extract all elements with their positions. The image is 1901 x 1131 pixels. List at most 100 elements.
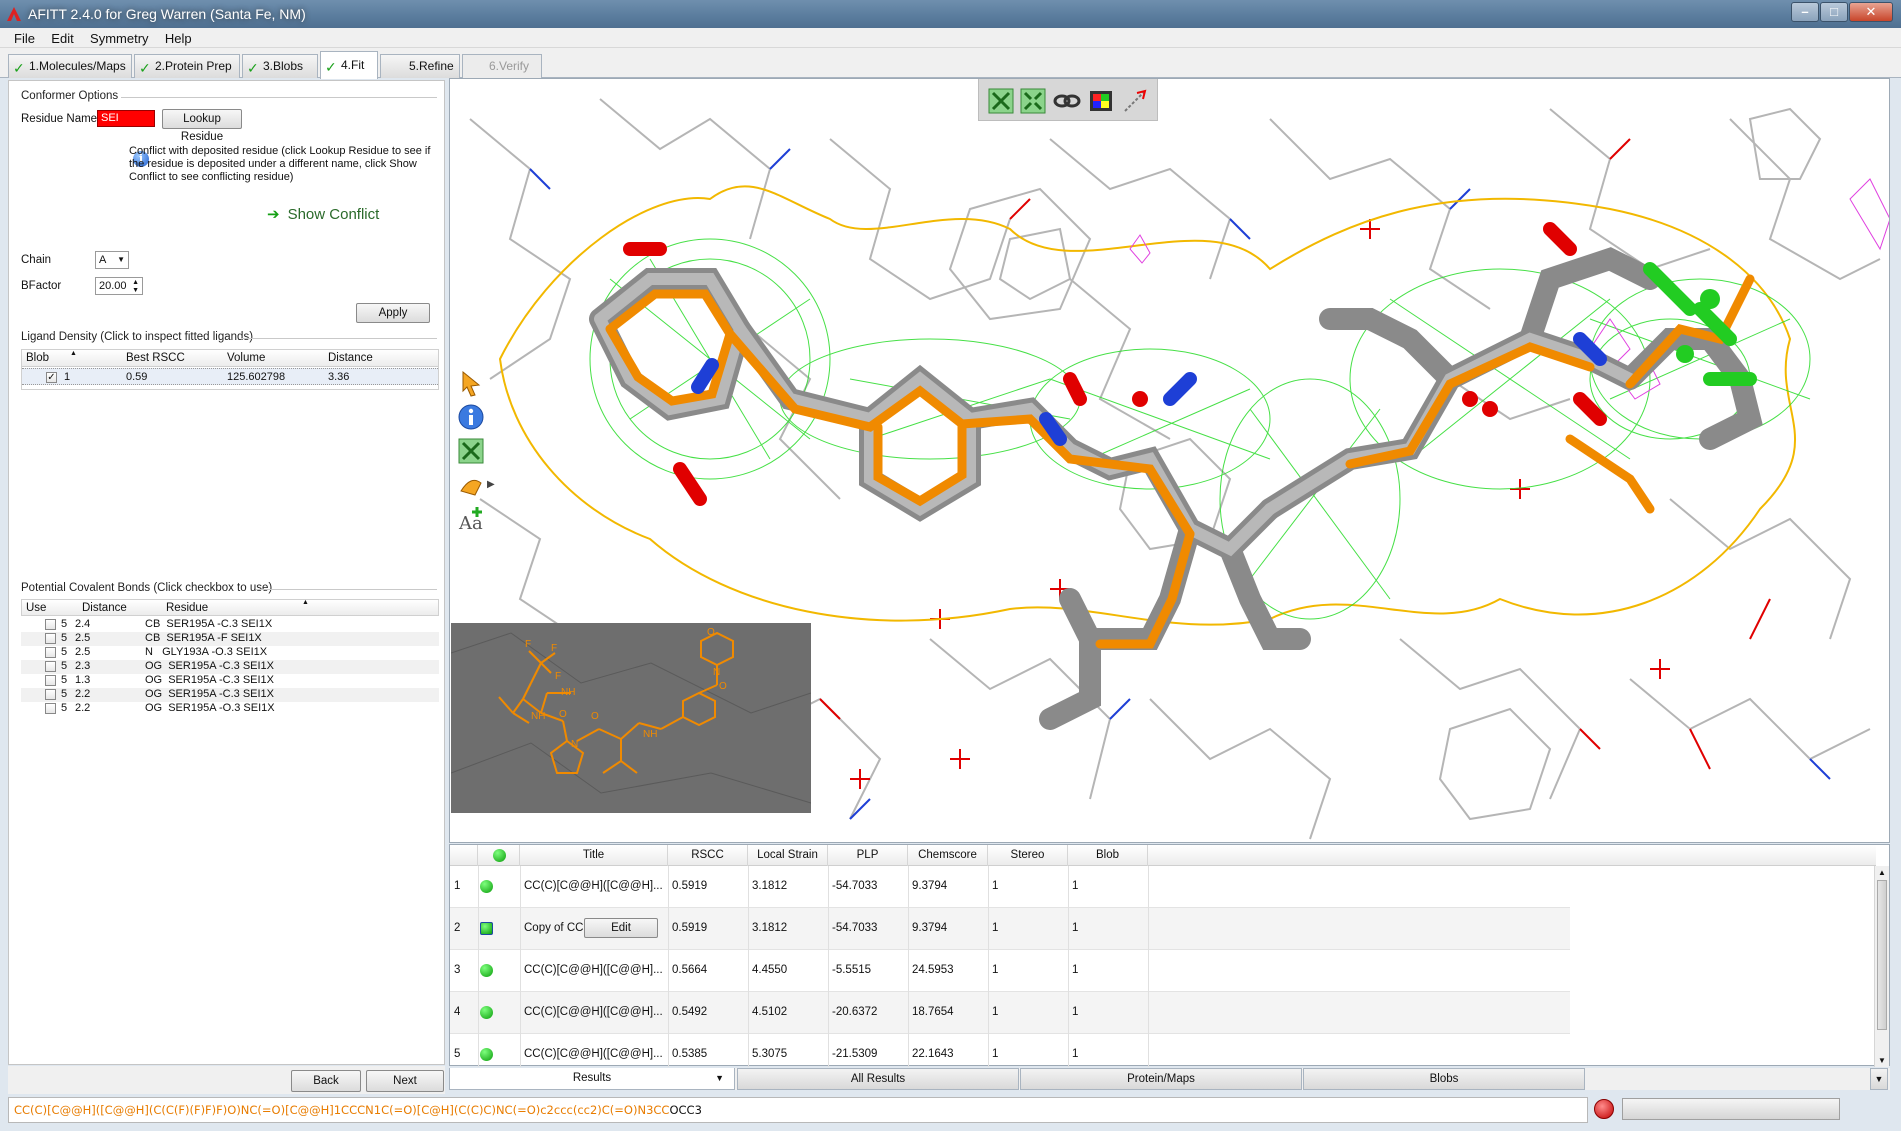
window-title: AFITT 2.4.0 for Greg Warren (Santa Fe, N… xyxy=(28,6,306,22)
tab-molecules-maps[interactable]: ✓ 1.Molecules/Maps xyxy=(8,54,132,78)
lookup-residue-button[interactable]: Lookup Residue xyxy=(162,109,242,143)
cell-local-strain: 3.1812 xyxy=(752,922,788,934)
table-row[interactable]: 5 2.4 CB SER195A -C.3 SEI1X xyxy=(21,618,439,632)
table-row[interactable]: 4 CC(C)[C@@H]([C@@H]... 0.5492 4.5102 -20.63… xyxy=(450,992,1570,1034)
table-header: Use Distance Residue ▲ xyxy=(21,599,439,616)
col-rscc[interactable]: RSCC xyxy=(668,845,748,866)
cell-distance: 2.5 xyxy=(75,632,91,644)
table-row[interactable]: 5 2.5 N GLY193A -O.3 SEI1X xyxy=(21,646,439,660)
use-checkbox[interactable] xyxy=(45,703,56,714)
stop-button[interactable] xyxy=(1594,1099,1614,1119)
tab-blobs[interactable]: ✓ 3.Blobs xyxy=(242,54,318,78)
col-best-rscc[interactable]: Best RSCC xyxy=(126,352,185,364)
expand-arrow-icon[interactable]: ▶ xyxy=(487,479,495,490)
use-checkbox[interactable] xyxy=(45,633,56,644)
next-button[interactable]: Next xyxy=(366,1070,444,1092)
table-row[interactable]: 5 2.2 OG SER195A -O.3 SEI1X xyxy=(21,702,439,716)
menu-edit[interactable]: Edit xyxy=(45,28,80,46)
cell-index: 3 xyxy=(454,964,461,976)
col-distance[interactable]: Distance xyxy=(82,602,127,614)
col-local-strain[interactable]: Local Strain xyxy=(748,845,828,866)
col-use[interactable]: Use xyxy=(26,602,46,614)
scroll-up-icon[interactable]: ▲ xyxy=(1878,868,1886,877)
cell-rscc: 0.5385 xyxy=(672,1048,708,1060)
menu-symmetry[interactable]: Symmetry xyxy=(84,28,156,46)
info-tool-icon[interactable] xyxy=(457,403,485,431)
sketch-atom-n: N xyxy=(571,739,578,750)
center-view-icon[interactable] xyxy=(1019,87,1047,115)
col-title[interactable]: Title xyxy=(520,845,668,866)
table-row[interactable]: 5 2.2 OG SER195A -C.3 SEI1X xyxy=(21,688,439,702)
use-checkbox[interactable] xyxy=(45,647,56,658)
tab-protein-prep[interactable]: ✓ 2.Protein Prep xyxy=(134,54,240,78)
tab-refine[interactable]: 5.Refine xyxy=(380,54,460,78)
edit-title-button[interactable]: Edit xyxy=(584,918,658,938)
measure-icon[interactable] xyxy=(1121,87,1149,115)
cell-stereo: 1 xyxy=(992,964,999,976)
chain-label: Chain xyxy=(21,254,52,266)
covalent-bonds-title: Potential Covalent Bonds (Click checkbox… xyxy=(21,582,273,594)
col-blob[interactable]: Blob xyxy=(1068,845,1148,866)
table-row[interactable]: 5 2.3 OG SER195A -C.3 SEI1X xyxy=(21,660,439,674)
covalent-bonds-table: Use Distance Residue ▲ 5 2.4 CB SER195A -C… xyxy=(21,599,439,749)
label-tool-icon[interactable] xyxy=(457,471,485,499)
apply-button[interactable]: Apply xyxy=(356,303,430,323)
minimize-button[interactable]: – xyxy=(1791,2,1819,22)
scroll-thumb[interactable] xyxy=(1877,880,1887,1030)
fit-view-icon[interactable] xyxy=(987,87,1015,115)
ligand-density-title: Ligand Density (Click to inspect fitted … xyxy=(21,331,254,343)
tab-results[interactable]: Results ▼ xyxy=(449,1068,735,1090)
use-checkbox[interactable] xyxy=(45,675,56,686)
scroll-down-icon[interactable]: ▼ xyxy=(1878,1056,1886,1065)
residue-name-input[interactable]: SEI xyxy=(97,110,155,127)
menu-file[interactable]: File xyxy=(0,28,42,46)
color-palette-icon[interactable] xyxy=(1087,87,1115,115)
use-checkbox[interactable] xyxy=(45,619,56,630)
divider xyxy=(668,866,669,1067)
col-stereo[interactable]: Stereo xyxy=(988,845,1068,866)
smiles-string-field[interactable]: CC(C)[C@@H]([C@@H](C(C(F)(F)F)F)O)NC(=O)… xyxy=(8,1097,1588,1123)
cell-plp: -54.7033 xyxy=(832,922,878,934)
table-row[interactable]: ✓ 1 0.59 125.602798 3.36 xyxy=(22,368,438,385)
table-row[interactable]: 5 2.5 CB SER195A -F SEI1X xyxy=(21,632,439,646)
sketch-atom-o: O xyxy=(591,711,599,722)
bfactor-spinbox[interactable]: 20.00 ▲ ▼ xyxy=(95,277,143,295)
col-volume[interactable]: Volume xyxy=(227,352,265,364)
tab-protein-maps[interactable]: Protein/Maps xyxy=(1020,1068,1302,1090)
fit-tool-icon[interactable] xyxy=(457,437,485,465)
col-residue[interactable]: Residue xyxy=(166,602,208,614)
menu-bar: File Edit Symmetry Help xyxy=(0,28,1901,48)
col-plp[interactable]: PLP xyxy=(828,845,908,866)
col-blob[interactable]: Blob xyxy=(26,352,49,364)
use-checkbox[interactable] xyxy=(45,689,56,700)
table-row[interactable]: 2 Copy of CC(C 0.5919 3.1812 -54.7033 9.3794 1… xyxy=(450,908,1570,950)
table-row[interactable]: 3 CC(C)[C@@H]([C@@H]... 0.5664 4.4550 -5.551… xyxy=(450,950,1570,992)
close-button[interactable]: ✕ xyxy=(1849,2,1893,22)
chain-select[interactable]: A ▼ xyxy=(95,251,129,269)
maximize-button[interactable]: □ xyxy=(1820,2,1848,22)
col-distance[interactable]: Distance xyxy=(328,352,373,364)
conformer-section-title: Conformer Options xyxy=(21,90,119,102)
link-icon[interactable] xyxy=(1053,87,1081,115)
show-conflict-link[interactable]: ➔ Show Conflict xyxy=(267,205,379,223)
blob-checkbox[interactable]: ✓ xyxy=(46,372,57,383)
menu-help[interactable]: Help xyxy=(159,28,199,46)
select-arrow-icon[interactable] xyxy=(457,369,485,397)
use-checkbox[interactable] xyxy=(45,661,56,672)
cell-count: 5 xyxy=(61,646,68,658)
tab-blobs[interactable]: Blobs xyxy=(1303,1068,1585,1090)
spinner-arrows-icon[interactable]: ▲ ▼ xyxy=(132,279,139,295)
tab-all-results[interactable]: All Results xyxy=(737,1068,1019,1090)
results-scrollbar[interactable]: ▲ ▼ xyxy=(1874,866,1889,1067)
col-status[interactable] xyxy=(478,845,520,866)
ligand-2d-sketch[interactable]: O N O NH O N O NH NH F F F xyxy=(450,623,812,813)
table-row[interactable]: 5 1.3 OG SER195A -C.3 SEI1X xyxy=(21,674,439,688)
panel-menu-button[interactable]: ▼ xyxy=(1870,1068,1888,1090)
col-chemscore[interactable]: Chemscore xyxy=(908,845,988,866)
molecule-3d-viewport[interactable]: ▶ Aa O N O NH O N O NH NH F F F xyxy=(449,78,1890,843)
tab-fit[interactable]: ✓ 4.Fit xyxy=(320,51,378,79)
back-button[interactable]: Back xyxy=(291,1070,361,1092)
cell-index: 1 xyxy=(454,880,461,892)
table-row[interactable]: 1 CC(C)[C@@H]([C@@H]... 0.5919 3.1812 -54.70… xyxy=(450,866,1570,908)
font-tool-icon[interactable]: Aa xyxy=(457,505,485,533)
